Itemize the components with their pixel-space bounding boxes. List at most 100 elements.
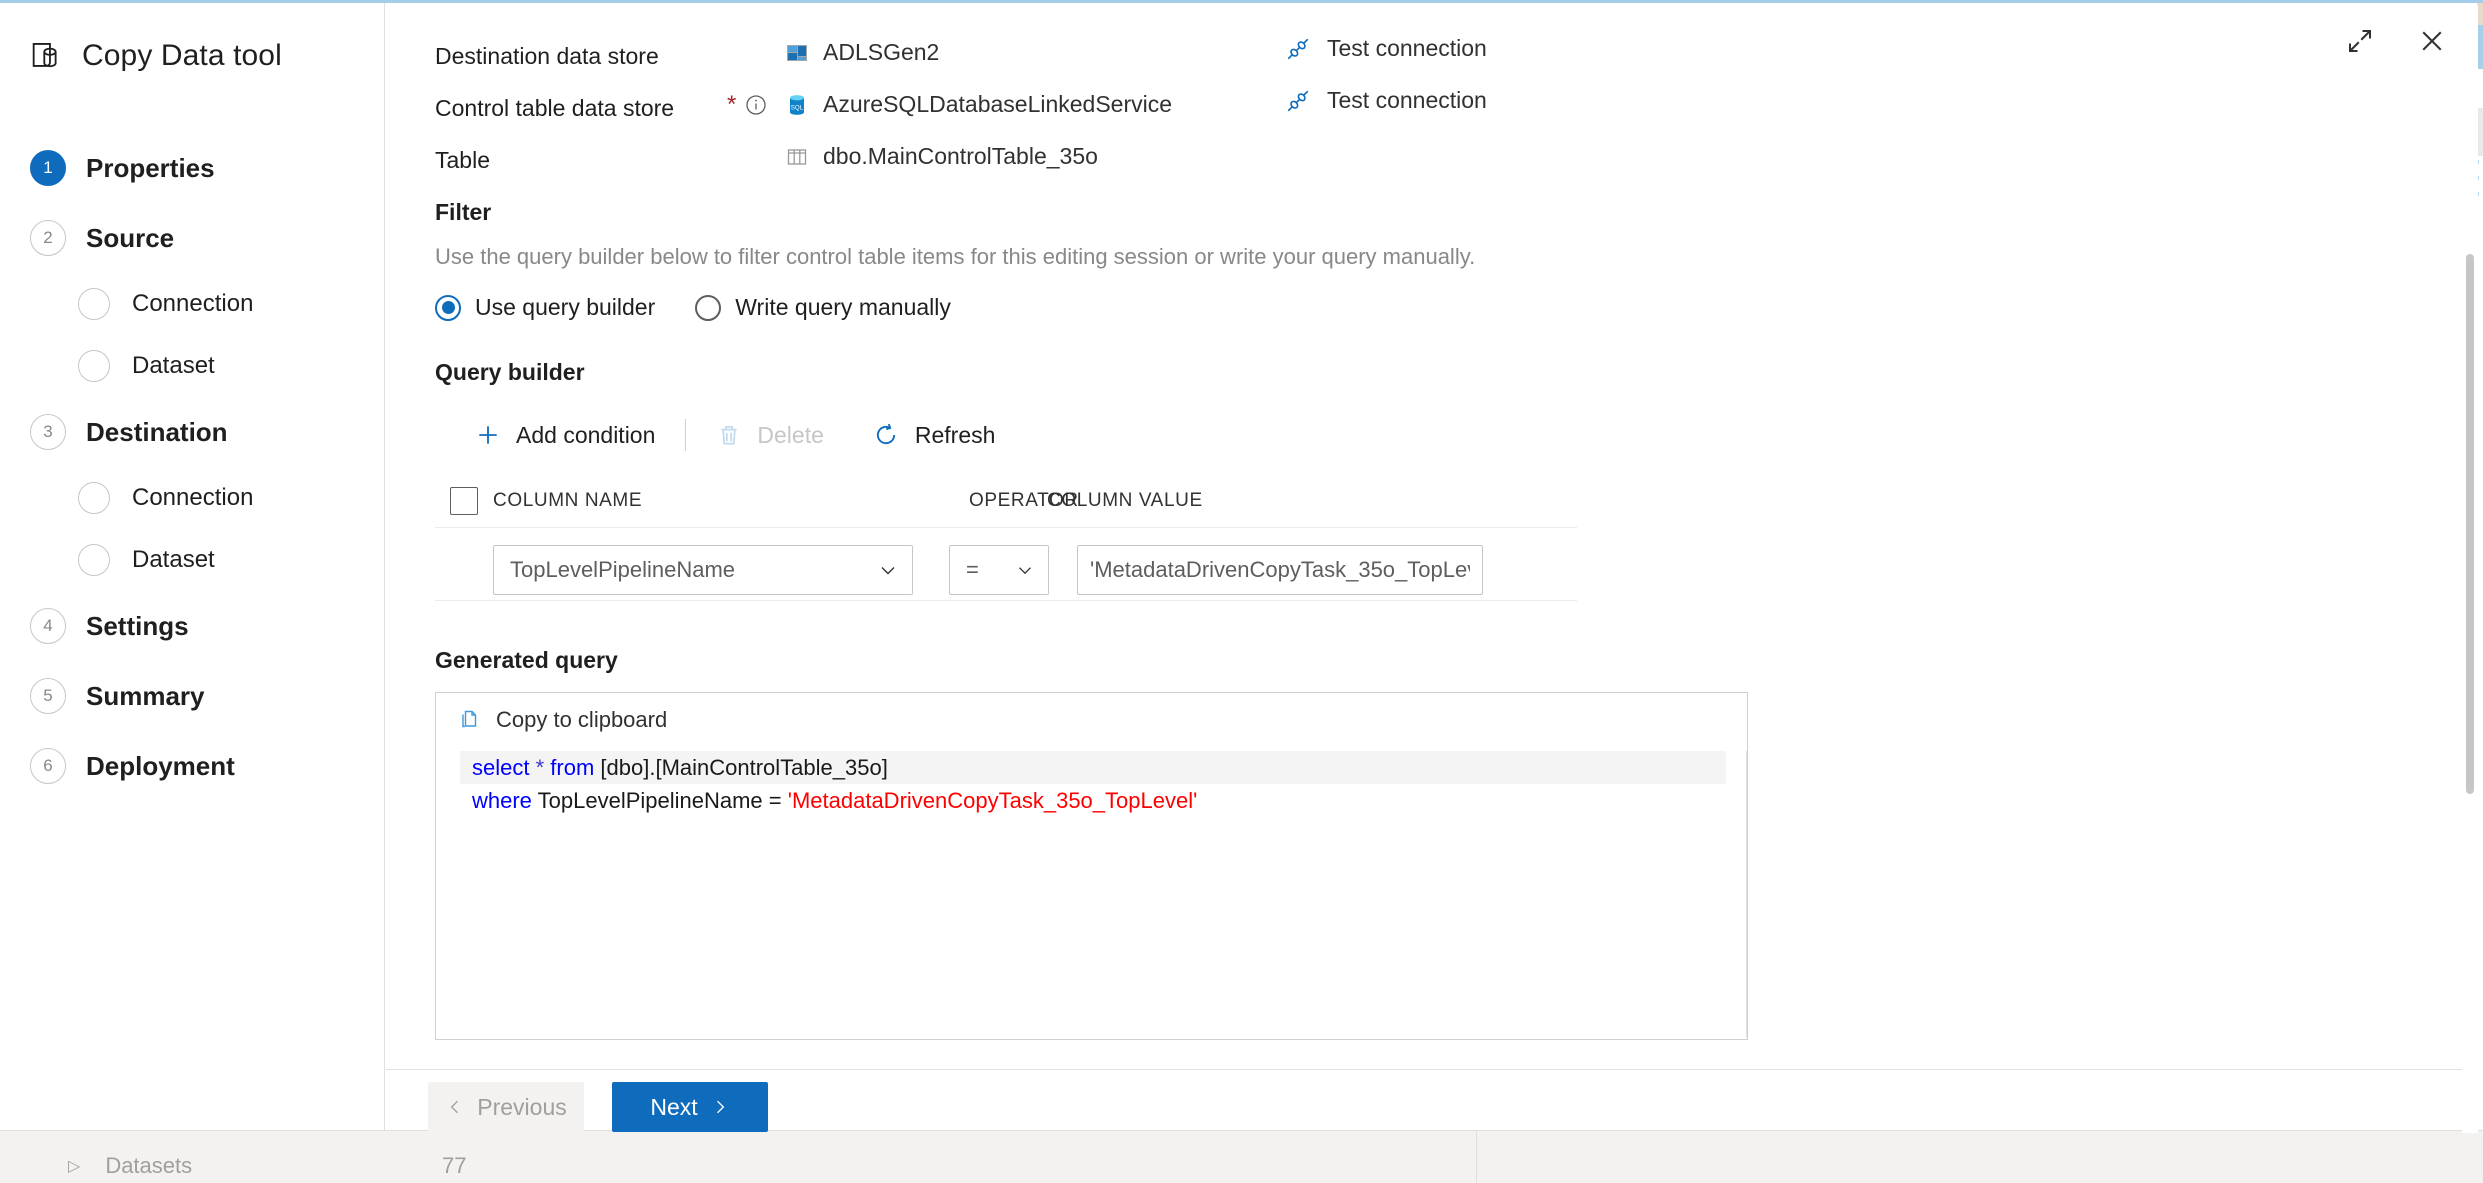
info-circle-icon[interactable]	[744, 93, 768, 117]
radio-label: Write query manually	[735, 294, 951, 320]
sidebar-subitem-source-dataset[interactable]: Dataset	[0, 335, 385, 397]
substep-bullet-icon	[78, 482, 110, 514]
sidebar-item-destination[interactable]: 3 Destination	[0, 397, 385, 467]
chevron-right-icon	[710, 1097, 730, 1117]
triangle-right-icon[interactable]: ▷	[68, 1156, 80, 1176]
field-value-text: AzureSQLDatabaseLinkedService	[823, 91, 1173, 117]
table-icon	[785, 145, 809, 169]
sidebar-subitem-destination-dataset[interactable]: Dataset	[0, 529, 385, 591]
sidebar-subitem-source-connection[interactable]: Connection	[0, 273, 385, 335]
copy-to-clipboard-button[interactable]: Copy to clipboard	[436, 693, 1747, 743]
previous-label: Previous	[477, 1093, 567, 1120]
scrollbar-thumb[interactable]	[2466, 254, 2474, 794]
sidebar-item-source[interactable]: 2 Source	[0, 203, 385, 273]
adls-gen2-icon	[785, 41, 809, 65]
sidebar-item-summary[interactable]: 5 Summary	[0, 661, 385, 731]
code-token: from	[550, 755, 595, 780]
required-asterisk: *	[727, 91, 737, 118]
generated-query-code[interactable]: select * from [dbo].[MainControlTable_35…	[460, 751, 1726, 1037]
column-name-dropdown[interactable]: TopLevelPipelineName	[493, 545, 913, 595]
next-label: Next	[650, 1093, 698, 1120]
trash-icon	[716, 422, 742, 448]
sidebar-item-label: Properties	[86, 152, 215, 183]
step-number-badge: 6	[30, 748, 66, 784]
chevron-left-icon	[445, 1097, 465, 1117]
add-condition-label: Add condition	[516, 421, 656, 448]
test-connection-button-control-table[interactable]: Test connection	[1285, 87, 1487, 114]
dialog-title-area: Copy Data tool	[28, 39, 282, 73]
background-tree-row[interactable]: ▷ Datasets 77	[0, 1149, 2483, 1183]
plus-icon	[475, 422, 501, 448]
operator-dropdown[interactable]: =	[949, 545, 1049, 595]
background-row-label: Datasets	[105, 1153, 193, 1178]
select-all-checkbox[interactable]	[450, 486, 478, 515]
sidebar-subitem-label: Dataset	[132, 546, 215, 573]
sidebar-subitem-label: Connection	[132, 484, 254, 511]
code-token: [dbo].[MainControlTable_35o]	[594, 755, 888, 780]
substep-bullet-icon	[78, 544, 110, 576]
wizard-rail: Copy Data tool 1 Properties 2 Source Con…	[0, 3, 385, 1130]
refresh-button[interactable]: Refresh	[856, 410, 1012, 460]
step-number-badge: 5	[30, 678, 66, 714]
filter-description: Use the query builder below to filter co…	[435, 244, 1476, 269]
delete-button: Delete	[700, 410, 839, 460]
radio-write-query-manually[interactable]: Write query manually	[695, 294, 951, 321]
step-number-badge: 3	[30, 414, 66, 450]
screen-root: ▷ Datasets 77 Copy Data tool 1 Propertie…	[0, 0, 2483, 1183]
code-line-2: where TopLevelPipelineName = 'MetadataDr…	[460, 784, 1726, 817]
substep-bullet-icon	[78, 288, 110, 320]
column-header-column-name: COLUMN NAME	[493, 489, 643, 511]
query-builder-toolbar: Add condition Delete Refresh	[459, 410, 2395, 460]
chevron-down-icon	[1014, 559, 1036, 581]
code-line-1: select * from [dbo].[MainControlTable_35…	[460, 751, 1726, 784]
sql-database-icon: SQL	[785, 93, 809, 117]
field-required-area	[727, 139, 785, 145]
window-controls	[2338, 19, 2454, 63]
copy-icon	[458, 708, 482, 732]
sidebar-item-label: Deployment	[86, 750, 235, 781]
field-label: Control table data store	[435, 95, 675, 121]
column-name-value: TopLevelPipelineName	[510, 557, 736, 582]
test-connection-button-destination[interactable]: Test connection	[1285, 35, 1487, 62]
select-all-checkbox-cell	[435, 486, 493, 515]
field-required-area	[727, 35, 785, 41]
next-button[interactable]: Next	[612, 1082, 768, 1132]
footer-buttons: Previous Next	[428, 1082, 768, 1132]
filter-section-title: Filter	[435, 199, 492, 225]
column-header-column-value: COLUMN VALUE	[1047, 489, 1203, 511]
sidebar-item-label: Summary	[86, 680, 205, 711]
sidebar-subitem-destination-connection[interactable]: Connection	[0, 467, 385, 529]
add-condition-button[interactable]: Add condition	[459, 410, 671, 460]
code-token: select	[472, 755, 530, 780]
sidebar-item-properties[interactable]: 1 Properties	[0, 133, 385, 203]
background-row-count: 77	[442, 1153, 467, 1178]
generated-query-panel: Copy to clipboard select * from [dbo].[M…	[435, 692, 1748, 1040]
field-control-table-data-store: Control table data store * SQL AzureSQLD…	[435, 87, 2395, 123]
condition-grid: COLUMN NAME OPERATOR COLUMN VALUE TopLev…	[435, 482, 1577, 601]
test-connection-label: Test connection	[1327, 87, 1487, 113]
close-icon[interactable]	[2410, 19, 2454, 63]
step-number-badge: 4	[30, 608, 66, 644]
dialog-scrollbar[interactable]	[2462, 6, 2478, 1133]
refresh-label: Refresh	[914, 421, 996, 448]
test-connection-label: Test connection	[1327, 35, 1487, 61]
condition-row: TopLevelPipelineName =	[435, 528, 1577, 600]
code-token: where	[472, 788, 532, 813]
sidebar-item-settings[interactable]: 4 Settings	[0, 591, 385, 661]
sidebar-subitem-label: Connection	[132, 290, 254, 317]
sidebar-item-label: Settings	[86, 610, 189, 641]
previous-button[interactable]: Previous	[428, 1082, 584, 1132]
field-value: SQL AzureSQLDatabaseLinkedService	[785, 87, 1285, 118]
radio-label: Use query builder	[475, 294, 656, 320]
field-value: ADLSGen2	[785, 35, 1285, 66]
expand-diagonal-icon[interactable]	[2338, 19, 2382, 63]
toolbar-divider	[685, 419, 687, 451]
sidebar-item-deployment[interactable]: 6 Deployment	[0, 731, 385, 801]
radio-selected-icon	[435, 294, 461, 321]
field-value: dbo.MainControlTable_35o	[785, 139, 1285, 170]
query-builder-title: Query builder	[435, 359, 585, 385]
column-value-input[interactable]	[1077, 545, 1483, 595]
svg-text:SQL: SQL	[791, 104, 804, 111]
radio-use-query-builder[interactable]: Use query builder	[435, 294, 655, 321]
field-table: Table dbo.MainControlTable_35o	[435, 139, 2395, 175]
